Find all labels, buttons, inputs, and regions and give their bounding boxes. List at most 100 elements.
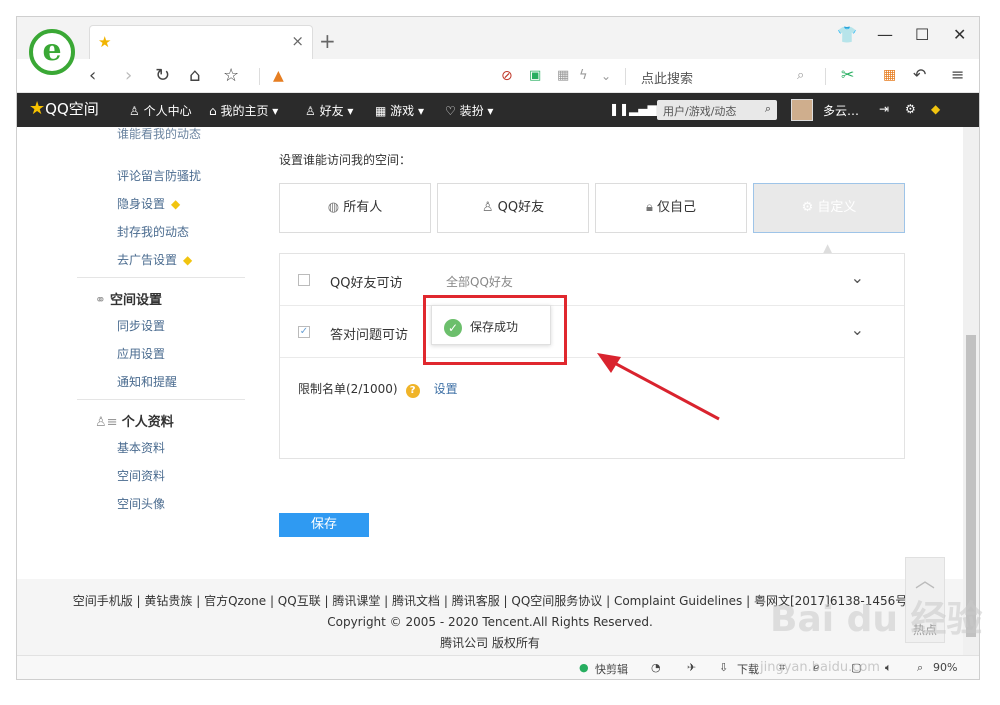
footer-links[interactable]: 空间手机版 | 黄钻贵族 | 官方Qzone | QQ互联 | 腾讯课堂 | 腾…	[17, 591, 963, 612]
limit-settings-link[interactable]: 设置	[434, 382, 458, 396]
option-only-me[interactable]: 🔒︎ 仅自己	[595, 183, 747, 233]
search-hint[interactable]: 点此搜索	[641, 68, 693, 87]
refresh-icon[interactable]: ↻	[155, 65, 170, 86]
nav-my-homepage[interactable]: ⌂ 我的主页 ▾	[209, 102, 278, 119]
zoom-icon[interactable]: ⌕	[917, 661, 923, 675]
qzone-search-input[interactable]: 用户/游戏/动态 ⌕	[657, 100, 777, 120]
friends-icon: ♙	[481, 200, 498, 215]
sidebar-item-archive-feed[interactable]: 封存我的动态	[117, 223, 189, 240]
annotation-arrow	[597, 353, 720, 421]
sidebar-item-comment-anti-spam[interactable]: 评论留言防骚扰	[117, 167, 201, 184]
nav-friends[interactable]: ♙ 好友 ▾	[305, 102, 353, 119]
scroll-top-icon[interactable]: ︿	[906, 564, 944, 593]
browser-logo-icon: e	[29, 29, 75, 75]
minimize-button[interactable]: —	[877, 25, 893, 44]
nav-games[interactable]: ▦ 游戏 ▾	[375, 102, 424, 119]
space-settings-icon: ⚭	[95, 293, 111, 308]
tab-close-icon[interactable]: ×	[291, 32, 304, 50]
volume-icon[interactable]: 🔈︎	[885, 661, 892, 675]
download-icon[interactable]: ⇩	[719, 661, 728, 674]
highlight-box	[423, 295, 567, 365]
user-name[interactable]: 多云…	[823, 102, 859, 119]
quick-clip[interactable]: 快剪辑	[595, 661, 628, 677]
gear-icon[interactable]: ⚙	[905, 102, 916, 116]
yellow-diamond-icon[interactable]: ◆	[931, 102, 940, 116]
lightning-icon[interactable]: ϟ	[579, 68, 588, 83]
chevron-down-icon[interactable]: ⌄	[851, 320, 864, 339]
reader-icon[interactable]: ▣	[529, 68, 541, 83]
qrcode-icon[interactable]: ▦	[557, 68, 569, 83]
browser-tab[interactable]: ★ ×	[89, 25, 313, 59]
hot-topics-label: 热点	[912, 623, 937, 637]
sidebar-item-ad-free[interactable]: 去广告设置 ◆	[117, 251, 192, 268]
block-icon[interactable]: ⊘	[501, 68, 513, 84]
search-icon[interactable]: ⌕	[797, 68, 804, 83]
chevron-down-icon[interactable]: ⌄	[851, 268, 864, 287]
sidebar-item-sync[interactable]: 同步设置	[117, 317, 165, 334]
globe-icon: ◍	[327, 200, 344, 215]
profile-heading: ♙≡ 个人资料	[95, 415, 174, 430]
bookmark-star-icon[interactable]: ☆	[223, 65, 239, 86]
pause-icon[interactable]: ❚❚	[609, 102, 629, 116]
limit-list: 限制名单(2/1000)? 设置	[298, 380, 458, 398]
close-window-button[interactable]: ✕	[953, 25, 966, 44]
skin-icon[interactable]: 👕	[837, 25, 857, 44]
access-settings-label: 设置谁能访问我的空间：	[279, 153, 412, 167]
apps-grid-icon[interactable]: ▦	[883, 67, 896, 83]
sidebar-item-invisible[interactable]: 隐身设置 ◆	[117, 195, 180, 212]
sidebar-item-apps[interactable]: 应用设置	[117, 345, 165, 362]
undo-icon[interactable]: ↶	[913, 65, 926, 84]
qq-friends-checkbox[interactable]	[298, 274, 310, 286]
hot-topics-widget[interactable]: ︿ 热点	[905, 557, 945, 643]
diamond-icon: ◆	[171, 197, 181, 211]
scrollbar-thumb[interactable]	[966, 335, 976, 637]
sidebar-item-basic-info[interactable]: 基本资料	[117, 439, 165, 456]
space-settings-heading: ⚭ 空间设置	[95, 293, 163, 308]
speed-icon[interactable]: ◔	[651, 661, 661, 674]
option-custom[interactable]: ⚙ 自定义	[753, 183, 905, 233]
search-icon[interactable]: ⌕	[765, 102, 771, 116]
menu-icon[interactable]: ≡	[951, 65, 964, 84]
home-icon[interactable]: ⌂	[189, 65, 200, 86]
settings-content: 谁能看我的动态 评论留言防骚扰 隐身设置 ◆ 封存我的动态 去广告设置 ◆ ⚭ 空间…	[59, 127, 963, 579]
security-warning-icon[interactable]: ▲	[273, 68, 284, 84]
sidebar-item-space-info[interactable]: 空间资料	[117, 467, 165, 484]
qzone-favicon-icon: ★	[98, 33, 112, 51]
new-tab-button[interactable]: +	[319, 29, 336, 53]
sidebar-item-space-avatar[interactable]: 空间头像	[117, 495, 165, 512]
answer-question-checkbox[interactable]: ✓	[298, 326, 310, 338]
option-everyone[interactable]: ◍ 所有人	[279, 183, 431, 233]
zoom-level[interactable]: 90%	[933, 661, 957, 674]
qzone-logo-text: QQ空间	[45, 100, 99, 118]
maximize-button[interactable]: ☐	[915, 25, 929, 44]
logout-icon[interactable]: ⇥	[879, 102, 889, 116]
scrollbar[interactable]	[963, 127, 979, 663]
row-qq-friends-label: QQ好友可访	[330, 276, 403, 291]
sidebar-item-who-sees-feed[interactable]: 谁能看我的动态	[117, 125, 201, 142]
page-footer: 空间手机版 | 黄钻贵族 | 官方Qzone | QQ互联 | 腾讯课堂 | 腾…	[17, 579, 963, 663]
nav-personal-center[interactable]: ♙ 个人中心	[129, 102, 192, 119]
forward-icon[interactable]: ›	[125, 65, 132, 86]
avatar[interactable]	[791, 99, 813, 121]
limit-list-label: 限制名单(2/1000)	[298, 382, 398, 396]
profile-icon: ♙≡	[95, 415, 122, 430]
back-icon[interactable]: ‹	[89, 65, 96, 86]
qzone-logo[interactable]: ★QQ空间	[29, 98, 99, 119]
footer-company: 腾讯公司 版权所有	[440, 636, 540, 650]
diamond-icon: ◆	[183, 253, 193, 267]
star-icon: ★	[29, 98, 46, 119]
clip-icon[interactable]: ●	[579, 661, 589, 674]
scissors-icon[interactable]: ✂	[841, 65, 854, 84]
nav-dressup[interactable]: ♡ 装扮 ▾	[445, 102, 493, 119]
pin-icon[interactable]: ✈	[687, 661, 696, 674]
option-qq-friends[interactable]: ♙ QQ好友	[437, 183, 589, 233]
download-label[interactable]: 下载	[737, 661, 759, 677]
sidebar-item-notifications[interactable]: 通知和提醒	[117, 373, 177, 390]
qzone-top-bar: ★QQ空间 ♙ 个人中心 ⌂ 我的主页 ▾ ♙ 好友 ▾ ▦ 游戏 ▾ ♡ 装扮…	[17, 93, 979, 127]
lock-icon: 🔒︎	[645, 200, 658, 215]
save-button[interactable]: 保存	[279, 513, 369, 537]
dropdown-chevron-icon[interactable]: ⌄	[601, 69, 611, 83]
help-icon[interactable]: ?	[405, 384, 420, 398]
signal-icon[interactable]: ▂▄▆	[629, 102, 657, 116]
row-qq-friends[interactable]: QQ好友可访 全部QQ好友 ⌄	[280, 254, 904, 306]
